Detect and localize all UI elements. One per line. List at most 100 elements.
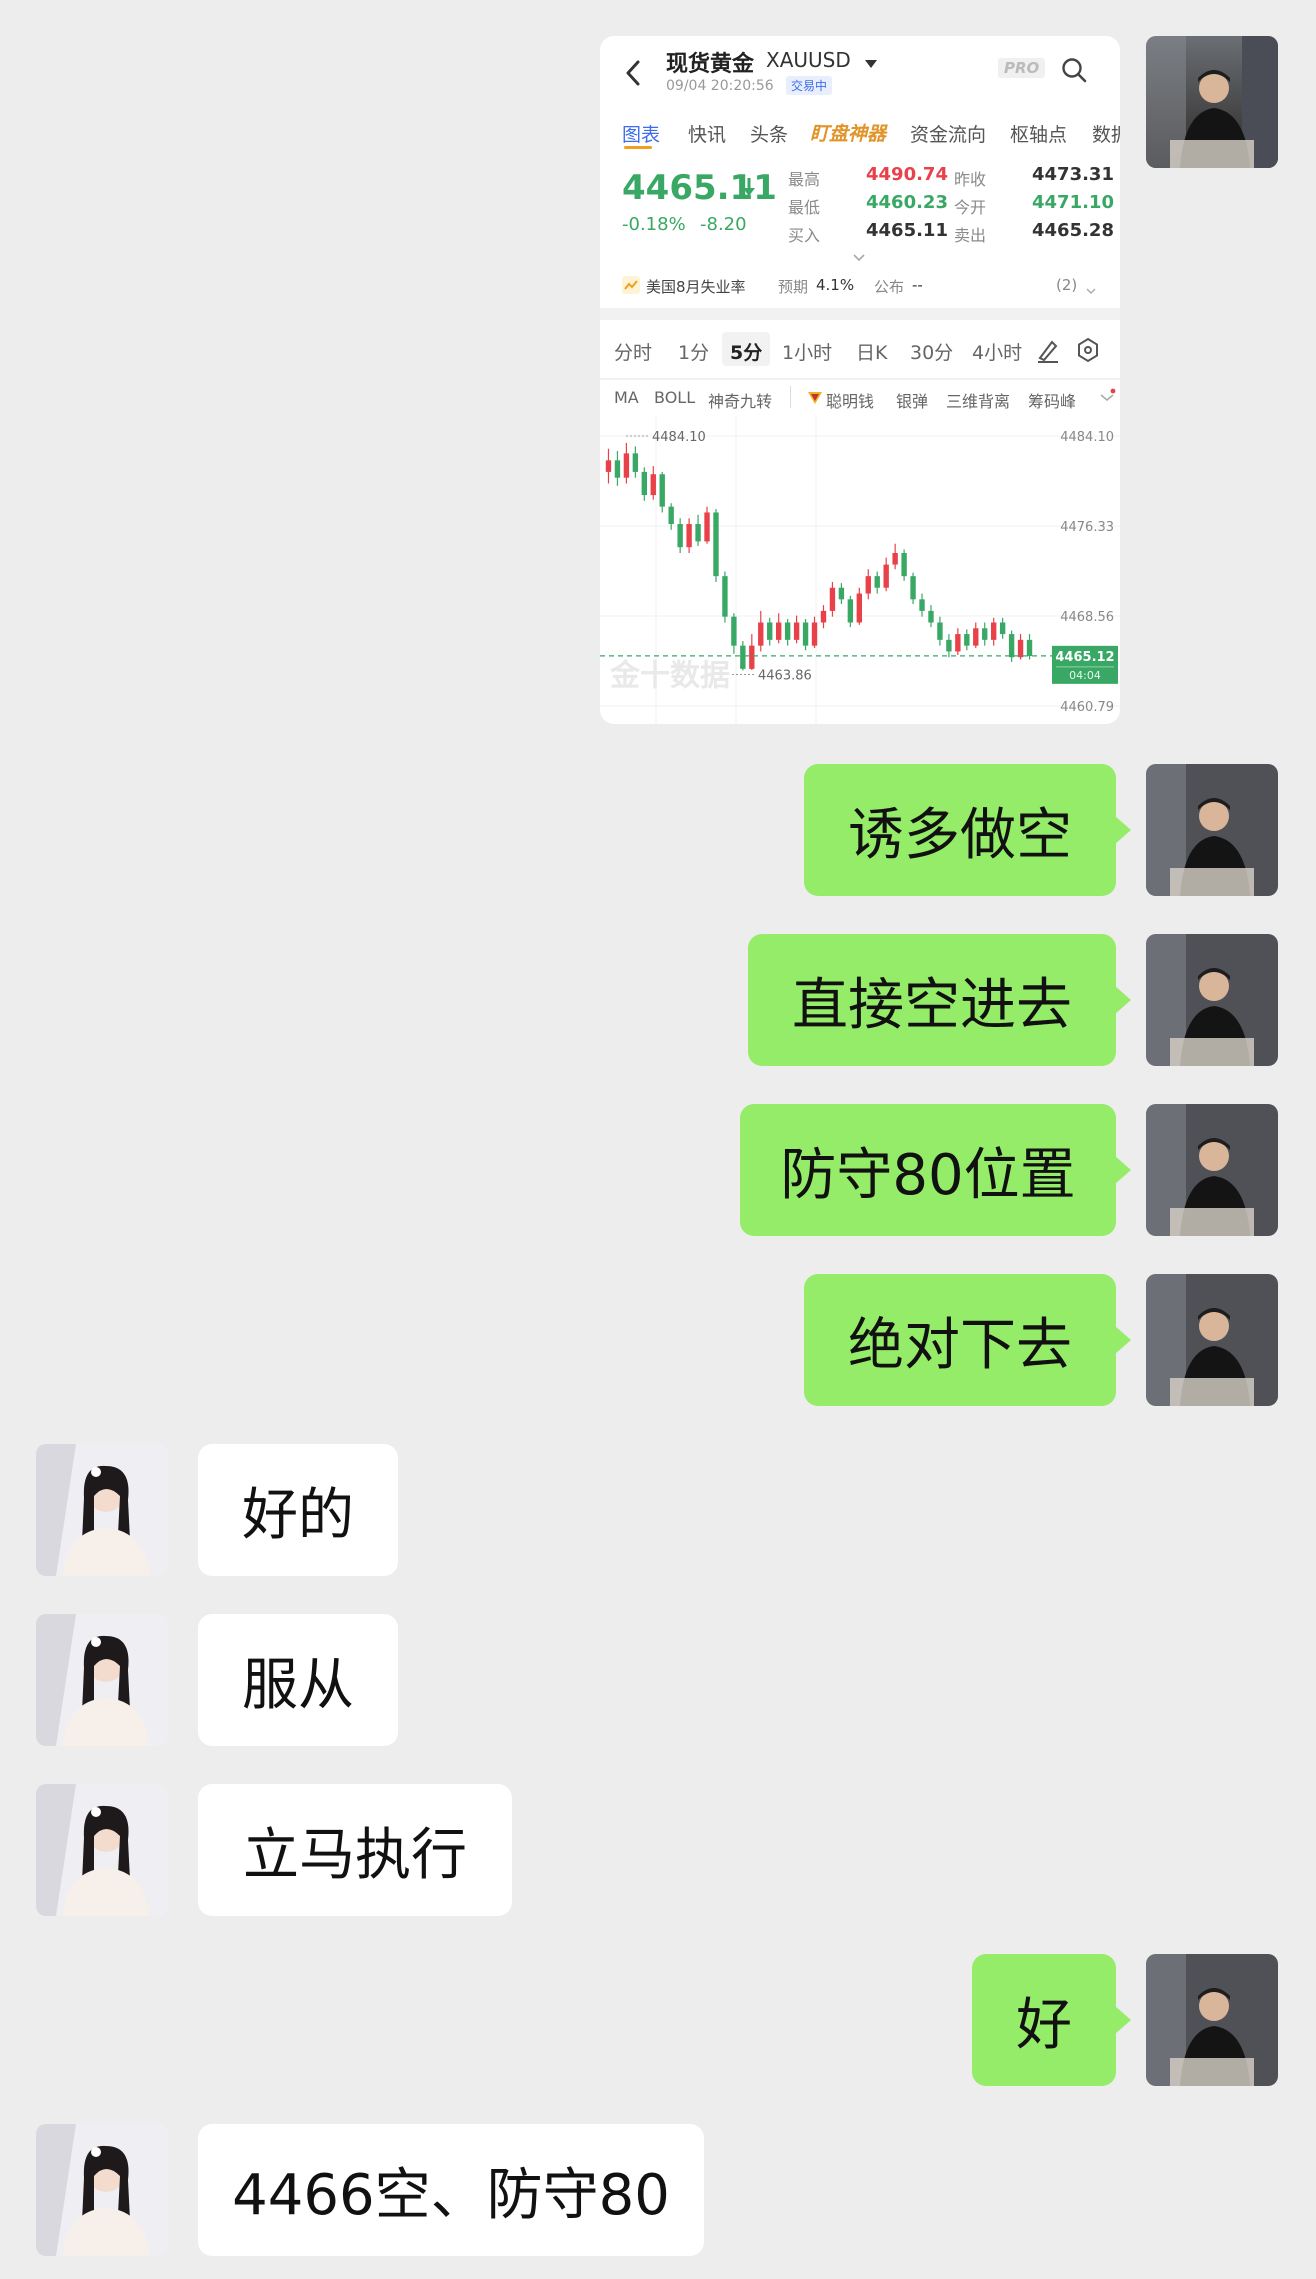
incoming-message-bubble[interactable]: 好的	[198, 1444, 398, 1576]
down-arrow-icon	[742, 176, 756, 202]
candle-body	[820, 610, 827, 623]
my-avatar[interactable]	[1146, 1274, 1278, 1406]
contact-avatar[interactable]	[36, 1784, 168, 1916]
outgoing-message-bubble[interactable]: 绝对下去	[804, 1274, 1131, 1406]
tab-fund-flow[interactable]: 资金流向	[910, 120, 986, 147]
candle-body	[937, 622, 943, 640]
event-actual-label: 公布	[874, 278, 905, 296]
candle-body	[919, 599, 925, 611]
period-30min[interactable]: 30分	[910, 338, 953, 365]
expand-chevron-icon[interactable]	[852, 248, 866, 267]
back-icon[interactable]	[622, 58, 644, 96]
my-avatar[interactable]	[1146, 36, 1278, 168]
indicator-more-icon[interactable]	[1098, 388, 1116, 410]
event-forecast-value: 4.1%	[816, 276, 855, 294]
candle-body	[892, 552, 898, 565]
event-name[interactable]: 美国8月失业率	[646, 276, 746, 297]
pro-badge[interactable]: PRO	[998, 58, 1046, 78]
countdown-label: 04:04	[1069, 669, 1101, 682]
candle-body	[946, 639, 952, 652]
outgoing-message-bubble[interactable]: 直接空进去	[748, 934, 1131, 1066]
watermark-text: 金十数据	[609, 658, 730, 693]
outgoing-message-bubble[interactable]: 诱多做空	[804, 764, 1131, 896]
my-avatar[interactable]	[1146, 764, 1278, 896]
candle-body	[874, 576, 880, 588]
candle-body	[722, 576, 728, 617]
bid-label: 买入	[788, 226, 821, 245]
event-forecast-label: 预期	[778, 278, 809, 296]
message-row-8: 好	[0, 1954, 1316, 2090]
event-icon	[622, 276, 640, 298]
search-icon[interactable]	[1060, 56, 1088, 88]
my-avatar[interactable]	[1146, 1104, 1278, 1236]
candle-body	[641, 471, 647, 496]
contact-avatar[interactable]	[36, 1444, 168, 1576]
message-row-4: 绝对下去	[0, 1274, 1316, 1410]
outgoing-message-bubble[interactable]: 好	[972, 1954, 1131, 2086]
candle-body	[838, 587, 845, 600]
indicator-ma[interactable]: MA	[614, 388, 639, 407]
indicator-chip-peak[interactable]: 筹码峰	[1028, 388, 1076, 412]
indicator-smart-money[interactable]: 聪明钱	[826, 388, 874, 412]
caret-down-icon[interactable]	[864, 54, 878, 73]
candle-body	[623, 453, 630, 478]
my-avatar[interactable]	[1146, 1954, 1278, 2086]
candle-body	[713, 512, 719, 577]
message-row-3: 防守80位置	[0, 1104, 1316, 1240]
tab-flash[interactable]: 快讯	[688, 120, 726, 147]
high-value: 4490.74	[866, 164, 948, 185]
high-label: 最高	[788, 170, 821, 189]
smart-money-icon	[806, 388, 824, 410]
period-1hour[interactable]: 1小时	[782, 338, 832, 365]
candle-body	[847, 599, 854, 623]
period-4hour[interactable]: 4小时	[972, 338, 1022, 365]
candle-body	[1008, 634, 1015, 658]
chart-screenshot-card[interactable]: 现货黄金 XAUUSD 09/04 20:20:56 交易中 PRO 图表 快讯…	[600, 36, 1120, 724]
indicator-divider	[790, 386, 791, 408]
period-1min[interactable]: 1分	[678, 338, 709, 365]
candle-body	[650, 474, 656, 496]
change-percent: -0.18%	[622, 214, 686, 235]
contact-avatar[interactable]	[36, 2124, 168, 2256]
high-marker-label: 4484.10	[652, 430, 706, 445]
tab-pivot[interactable]: 枢轴点	[1010, 120, 1067, 147]
tab-headlines[interactable]: 头条	[750, 120, 788, 147]
tab-data[interactable]: 数据	[1092, 120, 1120, 147]
candle-body	[856, 593, 862, 623]
period-5min[interactable]: 5分	[730, 338, 762, 365]
indicator-boll[interactable]: BOLL	[654, 388, 695, 407]
section-divider	[600, 308, 1120, 320]
chart-title: 现货黄金	[666, 52, 755, 77]
candle-body	[776, 622, 782, 640]
outgoing-message-bubble[interactable]: 防守80位置	[740, 1104, 1131, 1236]
candle-body	[901, 552, 907, 577]
candle-body	[695, 524, 701, 542]
indicator-divergence[interactable]: 三维背离	[946, 388, 1010, 412]
draw-tool-icon[interactable]	[1028, 330, 1070, 370]
candle-body	[1017, 639, 1024, 658]
candle-body	[955, 634, 961, 652]
candle-body	[1026, 639, 1033, 657]
chart-symbol[interactable]: XAUUSD	[766, 48, 851, 72]
tab-watch-tool[interactable]: 盯盘神器	[810, 119, 886, 146]
settings-icon[interactable]	[1074, 336, 1102, 368]
message-row-6: 服从	[0, 1614, 1316, 1750]
incoming-message-bubble[interactable]: 立马执行	[198, 1784, 512, 1916]
contact-avatar[interactable]	[36, 1614, 168, 1746]
current-price-label: 4465.12	[1055, 650, 1114, 665]
event-count[interactable]: (2)	[1056, 276, 1077, 294]
candlestick-chart[interactable]: 金十数据 4484.10 4476.33 4468.56 4460.79 4484.10…	[600, 416, 1120, 724]
period-tick[interactable]: 分时	[614, 338, 652, 365]
tab-chart[interactable]: 图表	[622, 120, 660, 147]
low-value: 4460.23	[866, 192, 948, 213]
candle-body	[829, 587, 836, 611]
candle-body	[793, 622, 800, 640]
my-avatar[interactable]	[1146, 934, 1278, 1066]
indicator-td9[interactable]: 神奇九转	[708, 388, 772, 412]
bid-value: 4465.11	[866, 220, 948, 241]
chart-timestamp: 09/04 20:20:56	[666, 78, 774, 94]
period-daily[interactable]: 日K	[856, 338, 887, 365]
indicator-silver-bullet[interactable]: 银弹	[896, 388, 928, 412]
incoming-message-bubble[interactable]: 服从	[198, 1614, 398, 1746]
incoming-message-bubble[interactable]: 4466空、防守80	[198, 2124, 704, 2256]
